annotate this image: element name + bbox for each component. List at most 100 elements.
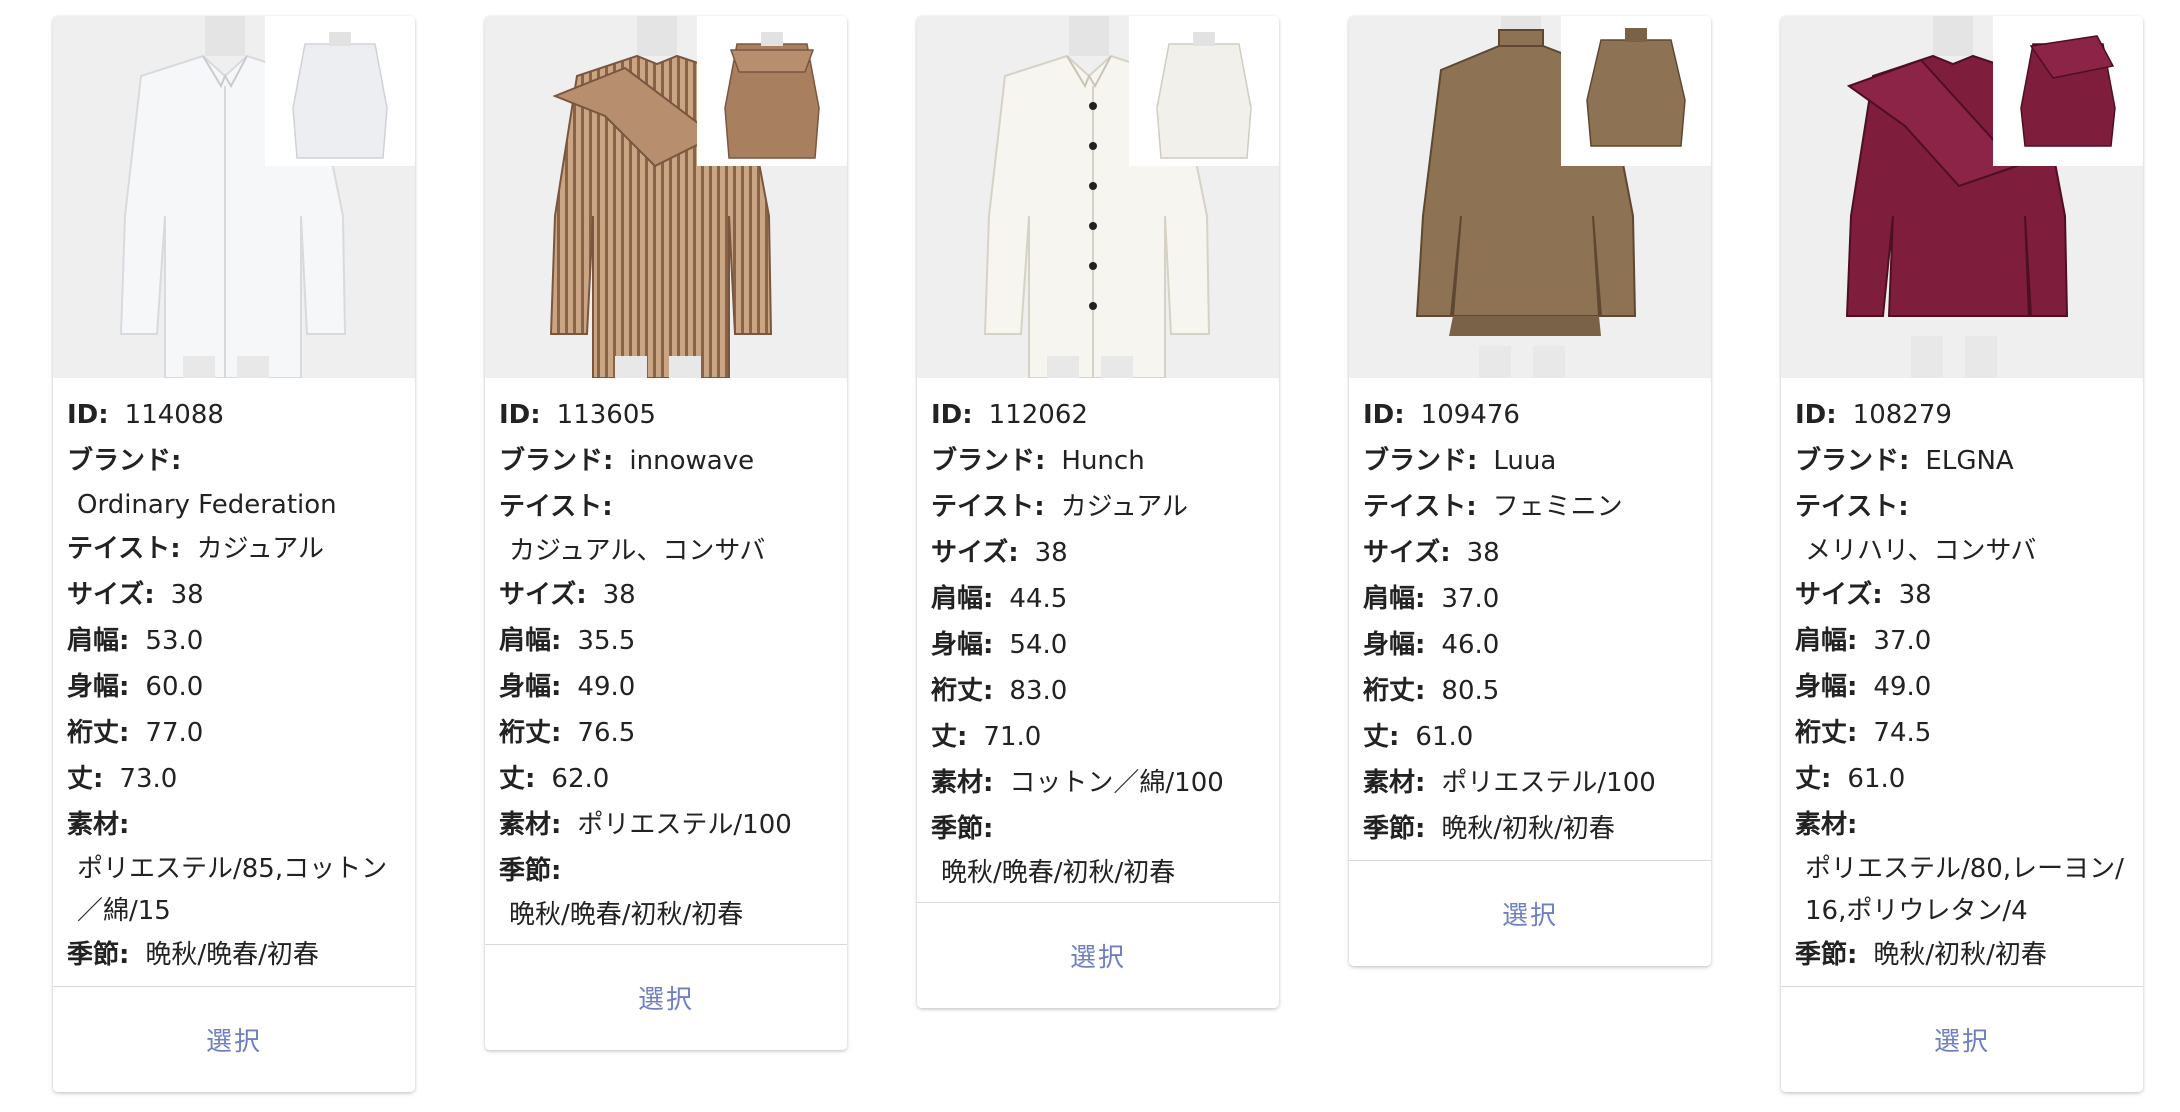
season-value: 晩秋/晩春/初春	[145, 940, 319, 970]
size-row: サイズ: 38	[1795, 580, 1932, 610]
taste-value: フェミニン	[1492, 492, 1623, 522]
product-back-thumbnail	[1993, 16, 2143, 166]
body-width-row: 身幅: 54.0	[931, 630, 1068, 660]
brand-row: ブランド: Luua	[1363, 446, 1557, 476]
size-row: サイズ: 38	[67, 580, 204, 610]
length-value: 61.0	[1415, 722, 1474, 752]
product-card: ID: 109476 ブランド: Luua テイスト: フェミニン サイズ: 38 肩幅…	[1349, 16, 1711, 966]
shoulder-value: 35.5	[577, 626, 636, 656]
taste-row: テイスト: カジュアル	[931, 492, 1189, 522]
sleeve-length-row: 裄丈: 76.5	[499, 718, 636, 748]
product-card: ID: 112062 ブランド: Hunch テイスト: カジュアル サイズ: 38 肩…	[917, 16, 1279, 1008]
shoulder-row: 肩幅: 37.0	[1363, 584, 1500, 614]
product-info: ID: 109476 ブランド: Luua テイスト: フェミニン サイズ: 38 肩幅…	[1349, 378, 1711, 860]
product-card: ID: 113605 ブランド: innowave テイスト: カジュアル、コンサバ …	[485, 16, 847, 1050]
size-value: 38	[1034, 538, 1068, 568]
sleeve-length-row: 裄丈: 83.0	[931, 676, 1068, 706]
size-value: 38	[602, 580, 636, 610]
material-value: ポリエステル/80,レーヨン/16,ポリウレタン/4	[1805, 854, 2124, 926]
product-back-thumbnail	[697, 16, 847, 166]
product-id: 109476	[1420, 400, 1520, 430]
size-value: 38	[1466, 538, 1500, 568]
product-id: 113605	[556, 400, 656, 430]
size-row: サイズ: 38	[931, 538, 1068, 568]
material-value: ポリエステル/100	[1441, 768, 1656, 798]
brand-value: ELGNA	[1925, 446, 2014, 476]
season-value: 晩秋/初秋/初春	[1873, 940, 2047, 970]
body-width-row: 身幅: 46.0	[1363, 630, 1500, 660]
product-info: ID: 108279 ブランド: ELGNA テイスト: メリハリ、コンサバ サイズ:…	[1781, 378, 2143, 986]
material-row: 素材: コットン／綿/100	[931, 768, 1224, 798]
shoulder-row: 肩幅: 35.5	[499, 626, 636, 656]
select-button[interactable]: 選択	[1781, 986, 2143, 1092]
brand-row: ブランド: Ordinary Federation	[67, 438, 401, 526]
taste-row: テイスト: フェミニン	[1363, 492, 1623, 522]
product-photo	[1781, 16, 2143, 378]
sleeve-length-value: 74.5	[1873, 718, 1932, 748]
taste-value: カジュアル	[196, 534, 325, 564]
select-button[interactable]: 選択	[1349, 860, 1711, 966]
taste-row: テイスト: メリハリ、コンサバ	[1795, 484, 2129, 572]
length-row: 丈: 61.0	[1363, 722, 1474, 752]
season-row: 季節: 晩秋/晩春/初秋/初春	[499, 848, 833, 936]
product-card: ID: 114088 ブランド: Ordinary Federation テイスト:…	[53, 16, 415, 1092]
product-grid: ID: 114088 ブランド: Ordinary Federation テイスト:…	[0, 0, 2180, 1112]
product-back-thumbnail	[1561, 16, 1711, 166]
product-photo	[917, 16, 1279, 378]
brand-row: ブランド: Hunch	[931, 446, 1145, 476]
select-button[interactable]: 選択	[917, 902, 1279, 1008]
brand-value: Hunch	[1061, 446, 1145, 476]
taste-value: カジュアル、コンサバ	[509, 536, 766, 566]
sleeve-length-value: 83.0	[1009, 676, 1068, 706]
material-row: 素材: ポリエステル/100	[499, 810, 792, 840]
size-row: サイズ: 38	[1363, 538, 1500, 568]
material-value: ポリエステル/100	[577, 810, 792, 840]
material-value: コットン／綿/100	[1009, 768, 1224, 798]
length-row: 丈: 62.0	[499, 764, 610, 794]
size-value: 38	[1898, 580, 1932, 610]
body-width-value: 54.0	[1009, 630, 1068, 660]
body-width-value: 49.0	[577, 672, 636, 702]
id-row: ID: 108279	[1795, 400, 1952, 430]
taste-value: カジュアル	[1060, 492, 1189, 522]
length-row: 丈: 73.0	[67, 764, 178, 794]
body-width-row: 身幅: 49.0	[1795, 672, 1932, 702]
product-info: ID: 114088 ブランド: Ordinary Federation テイスト:…	[53, 378, 415, 986]
select-button[interactable]: 選択	[53, 986, 415, 1092]
product-id: 114088	[124, 400, 224, 430]
length-value: 73.0	[119, 764, 178, 794]
sleeve-length-row: 裄丈: 77.0	[67, 718, 204, 748]
material-row: 素材: ポリエステル/100	[1363, 768, 1656, 798]
product-id: 112062	[988, 400, 1088, 430]
season-row: 季節: 晩秋/晩春/初春	[67, 940, 319, 970]
body-width-row: 身幅: 60.0	[67, 672, 204, 702]
shoulder-row: 肩幅: 37.0	[1795, 626, 1932, 656]
shoulder-value: 37.0	[1873, 626, 1932, 656]
id-row: ID: 113605	[499, 400, 656, 430]
length-row: 丈: 61.0	[1795, 764, 1906, 794]
brand-value: Ordinary Federation	[77, 490, 337, 520]
body-width-value: 60.0	[145, 672, 204, 702]
length-value: 71.0	[983, 722, 1042, 752]
season-row: 季節: 晩秋/晩春/初秋/初春	[931, 806, 1265, 894]
product-id: 108279	[1852, 400, 1952, 430]
product-photo	[1349, 16, 1711, 378]
shoulder-value: 37.0	[1441, 584, 1500, 614]
brand-row: ブランド: innowave	[499, 446, 755, 476]
id-row: ID: 114088	[67, 400, 224, 430]
sleeve-length-row: 裄丈: 80.5	[1363, 676, 1500, 706]
product-info: ID: 113605 ブランド: innowave テイスト: カジュアル、コンサバ …	[485, 378, 847, 944]
material-row: 素材: ポリエステル/85,コットン／綿/15	[67, 802, 401, 932]
shoulder-value: 53.0	[145, 626, 204, 656]
product-photo	[485, 16, 847, 378]
product-photo	[53, 16, 415, 378]
material-row: 素材: ポリエステル/80,レーヨン/16,ポリウレタン/4	[1795, 802, 2129, 932]
size-row: サイズ: 38	[499, 580, 636, 610]
body-width-row: 身幅: 49.0	[499, 672, 636, 702]
select-button[interactable]: 選択	[485, 944, 847, 1050]
brand-value: Luua	[1493, 446, 1557, 476]
brand-value: innowave	[629, 446, 755, 476]
product-back-thumbnail	[265, 16, 415, 166]
length-row: 丈: 71.0	[931, 722, 1042, 752]
taste-row: テイスト: カジュアル、コンサバ	[499, 484, 833, 572]
